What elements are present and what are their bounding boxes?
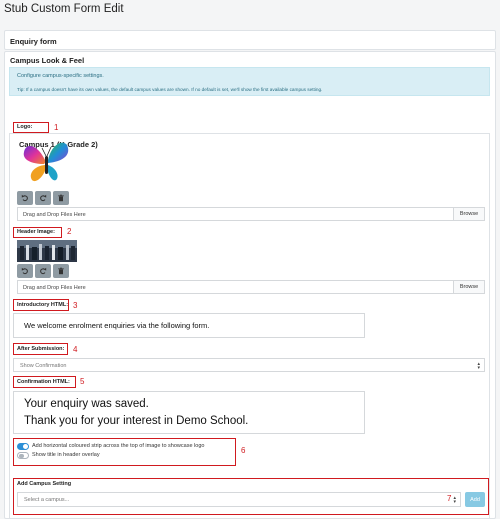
annotation-1: 1 <box>54 123 59 132</box>
chevron-updown-icon: ▴ ▾ <box>453 495 456 505</box>
delete-button[interactable] <box>53 191 69 205</box>
trash-icon <box>58 194 64 202</box>
header-delete-button[interactable] <box>53 264 69 278</box>
redo-button[interactable] <box>35 191 51 205</box>
strip-toggle[interactable] <box>17 443 29 450</box>
campus-select[interactable]: Select a campus... ▴ ▾ <box>17 492 461 507</box>
after-submission-label: After Submission: <box>17 346 65 352</box>
undo-icon <box>21 267 28 275</box>
redo-icon <box>40 194 47 202</box>
add-campus-label: Add Campus Setting <box>17 481 72 487</box>
annotation-4: 4 <box>73 345 78 354</box>
title-overlay-toggle[interactable] <box>17 452 29 459</box>
page-title: Stub Custom Form Edit <box>4 3 124 15</box>
redo-icon <box>40 267 47 275</box>
annotation-6: 6 <box>241 446 246 455</box>
intro-html-text: We welcome enrolment enquiries via the f… <box>24 321 210 330</box>
confirmation-html-label: Confirmation HTML: <box>17 379 70 385</box>
add-campus-button[interactable]: Add <box>465 492 485 507</box>
confirmation-line-1: Your enquiry was saved. <box>24 398 149 410</box>
logo-browse-button[interactable]: Browse <box>453 208 484 220</box>
header-image-thumbnail <box>17 240 77 262</box>
logo-label: Logo: <box>17 124 33 130</box>
annotation-2: 2 <box>67 227 72 236</box>
annotation-7: 7 <box>447 494 452 503</box>
undo-button[interactable] <box>17 191 33 205</box>
dropzone-text: Drag and Drop Files Here <box>23 211 86 218</box>
confirmation-line-2: Thank you for your interest in Demo Scho… <box>24 415 249 427</box>
header-redo-button[interactable] <box>35 264 51 278</box>
dropzone-text: Drag and Drop Files Here <box>23 284 86 291</box>
header-browse-button[interactable]: Browse <box>453 281 484 293</box>
look-feel-title: Campus Look & Feel <box>10 56 85 65</box>
header-image-label: Header Image: <box>17 229 55 235</box>
intro-html-label: Introductory HTML: <box>17 302 69 308</box>
header-image-dropzone[interactable]: Drag and Drop Files Here Browse <box>17 280 485 294</box>
chevron-updown-icon: ▴ ▾ <box>477 361 480 371</box>
logo-dropzone[interactable]: Drag and Drop Files Here Browse <box>17 207 485 221</box>
form-card <box>4 30 496 50</box>
after-submission-select[interactable]: Show Confirmation ▴ ▾ <box>13 358 485 372</box>
trash-icon <box>58 267 64 275</box>
undo-icon <box>21 194 28 202</box>
butterfly-logo <box>23 142 69 182</box>
info-alert: Configure campus-specific settings. Tip:… <box>9 67 490 96</box>
strip-toggle-label: Add horizontal coloured strip across the… <box>32 443 205 449</box>
title-overlay-toggle-label: Show title in header overlay <box>32 452 100 458</box>
campus-select-placeholder: Select a campus... <box>24 496 70 503</box>
annotation-3: 3 <box>73 301 78 310</box>
after-submission-value: Show Confirmation <box>20 362 67 369</box>
form-card-title: Enquiry form <box>10 37 57 46</box>
annotation-5: 5 <box>80 377 85 386</box>
confirmation-html-editor[interactable]: Your enquiry was saved. Thank you for yo… <box>13 391 365 434</box>
info-tip: Tip: If a campus doesn't have its own va… <box>17 87 323 92</box>
info-text: Configure campus-specific settings. <box>17 73 104 79</box>
header-undo-button[interactable] <box>17 264 33 278</box>
intro-html-editor[interactable]: We welcome enrolment enquiries via the f… <box>13 313 365 338</box>
